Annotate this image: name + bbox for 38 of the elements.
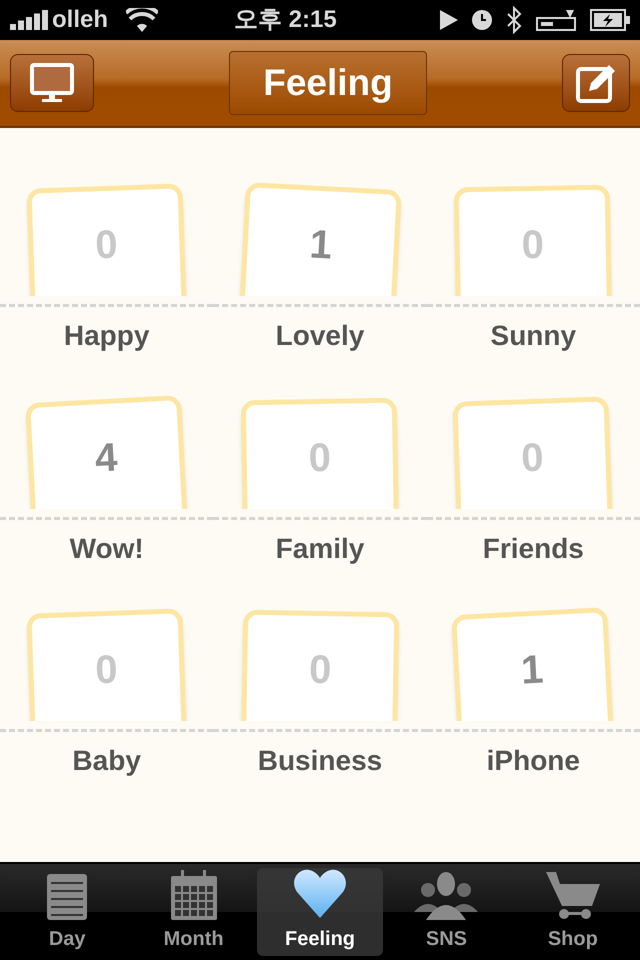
- feeling-label: Family: [276, 532, 364, 566]
- feeling-label: Sunny: [490, 319, 576, 353]
- tab-item[interactable]: Feeling: [256, 868, 384, 956]
- feeling-label: Baby: [72, 744, 141, 778]
- bluetooth-icon: [506, 6, 522, 34]
- feeling-label: Wow!: [70, 532, 144, 566]
- feeling-label: Happy: [64, 319, 150, 353]
- play-icon: [440, 10, 458, 30]
- heart-icon: [293, 868, 348, 920]
- feeling-label: Friends: [482, 532, 584, 566]
- monitor-icon: [30, 63, 74, 103]
- people-icon: [414, 870, 478, 920]
- wifi-icon: [126, 8, 158, 32]
- feeling-label: Lovely: [276, 319, 364, 353]
- count-number: 1: [308, 224, 333, 270]
- tab-item[interactable]: Shop: [510, 868, 636, 956]
- count-card[interactable]: 1: [238, 182, 402, 296]
- signal-icon: [10, 10, 48, 30]
- display-button[interactable]: [10, 54, 94, 112]
- tab-item[interactable]: Day: [4, 868, 130, 956]
- carrier-name: olleh: [52, 5, 108, 35]
- screen-title: Feeling: [229, 51, 427, 115]
- count-card[interactable]: 1: [452, 607, 616, 722]
- cart-icon: [546, 870, 600, 920]
- tty-icon: [536, 8, 576, 32]
- tab-item[interactable]: Month: [130, 868, 257, 956]
- count-number: 4: [94, 437, 120, 482]
- battery-icon: [590, 9, 630, 31]
- alarm-clock-icon: [472, 10, 492, 30]
- feeling-label: iPhone: [486, 744, 580, 778]
- feeling-label: Business: [258, 744, 382, 778]
- count-card[interactable]: 4: [24, 394, 188, 509]
- count-number: 1: [520, 650, 546, 695]
- edit-icon: [575, 63, 617, 103]
- tab-item[interactable]: SNS: [383, 868, 510, 956]
- clock-time: 오후 2:15: [234, 5, 337, 35]
- compose-button[interactable]: [562, 54, 630, 112]
- calendar-icon: [170, 870, 217, 920]
